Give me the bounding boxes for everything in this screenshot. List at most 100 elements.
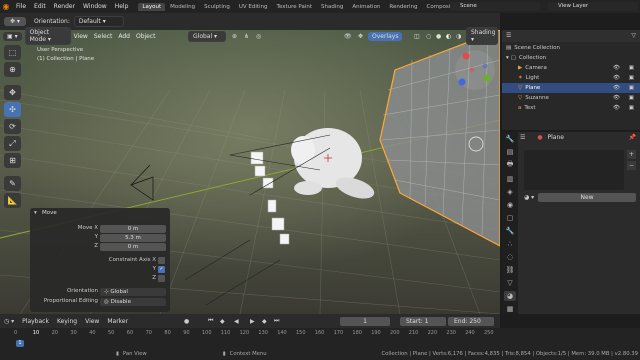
- tab-modeling[interactable]: Modeling: [166, 3, 199, 11]
- select-box-icon[interactable]: ⬚: [4, 45, 21, 60]
- rotate-icon[interactable]: ⟳: [4, 119, 21, 134]
- render-icon[interactable]: ▣: [629, 95, 634, 101]
- output-tab-icon[interactable]: 🖶: [504, 160, 516, 171]
- shading-dropdown[interactable]: Shading ▾: [466, 27, 498, 45]
- pivot-icon[interactable]: ⊛: [232, 33, 237, 40]
- particles-tab-icon[interactable]: ∴: [504, 239, 516, 249]
- menu-select[interactable]: Select: [91, 33, 116, 40]
- move-tool-icon[interactable]: ✥: [4, 85, 21, 100]
- playhead[interactable]: 1: [16, 340, 24, 347]
- constraint-y-checkbox[interactable]: ✓: [158, 266, 165, 273]
- outliner-editor-icon[interactable]: ☰: [506, 32, 511, 39]
- shading-material-icon[interactable]: ◐: [446, 33, 451, 40]
- shading-rendered-icon[interactable]: ◑: [456, 33, 461, 40]
- cursor-icon[interactable]: ⊕: [4, 62, 21, 77]
- menu-edit[interactable]: Edit: [30, 3, 50, 10]
- add-slot-button[interactable]: +: [627, 150, 636, 159]
- outliner-item-suzanne[interactable]: ▽ Suzanne 👁 ▣: [502, 93, 640, 103]
- start-frame-field[interactable]: Start: 1: [400, 316, 446, 326]
- timeline-ruler[interactable]: 0 10 20 30 40 50 60 70 80 90 100 110 120 130 140 150 160…: [14, 330, 504, 347]
- outliner-item-text[interactable]: a Text 👁 ▣: [502, 103, 640, 113]
- eye-icon[interactable]: 👁: [613, 65, 620, 71]
- shading-solid-icon[interactable]: ●: [436, 33, 441, 40]
- move-operator-panel[interactable]: ▾ Move Move X 0 m Y 5.3 m Z 0 m Constrai…: [30, 208, 170, 312]
- editor-type-button[interactable]: ▣ ▾: [3, 31, 22, 41]
- scene-selector[interactable]: Scene: [450, 2, 540, 11]
- menu-marker[interactable]: Marker: [107, 318, 128, 325]
- expand-icon[interactable]: ▾: [506, 55, 509, 61]
- menu-help[interactable]: Help: [111, 3, 133, 10]
- material-tab-icon[interactable]: ◕: [504, 291, 516, 301]
- shading-wire-icon[interactable]: ○: [426, 33, 431, 40]
- xray-icon[interactable]: ◫: [414, 33, 420, 40]
- new-material-button[interactable]: New: [538, 193, 636, 202]
- outliner-item-camera[interactable]: ▶ Camera 👁 ▣: [502, 63, 640, 73]
- view-layer-tab-icon[interactable]: ▥: [504, 174, 516, 184]
- constraint-x-checkbox[interactable]: [158, 257, 165, 264]
- object-tab-icon[interactable]: ▢: [504, 213, 516, 223]
- modifier-tab-icon[interactable]: 🔧: [504, 226, 516, 236]
- pin-icon[interactable]: 📌: [629, 134, 636, 141]
- object-mode-dropdown[interactable]: Object Mode ▾: [24, 27, 71, 45]
- menu-keying[interactable]: Keying: [57, 318, 77, 325]
- constraints-tab-icon[interactable]: ⛓: [504, 265, 516, 275]
- next-keyframe-icon[interactable]: ◆: [262, 318, 267, 325]
- menu-render[interactable]: Render: [50, 3, 79, 10]
- tab-shading[interactable]: Shading: [317, 3, 347, 11]
- render-icon[interactable]: ▣: [629, 85, 634, 91]
- visibility-icon[interactable]: 👁: [344, 33, 352, 40]
- move-y-field[interactable]: 5.3 m: [100, 234, 166, 242]
- tab-layout[interactable]: Layout: [138, 2, 166, 11]
- proportional-editing-dropdown[interactable]: ◎ Disable: [100, 298, 166, 306]
- panel-orientation-dropdown[interactable]: ⊹ Global: [100, 288, 166, 296]
- prev-keyframe-icon[interactable]: ◆: [220, 318, 225, 325]
- scale-icon[interactable]: ⤢: [4, 136, 21, 151]
- eye-icon[interactable]: 👁: [613, 95, 620, 101]
- filter-icon[interactable]: ▽: [631, 32, 636, 39]
- eye-icon[interactable]: 👁: [613, 75, 620, 81]
- world-tab-icon[interactable]: ◉: [504, 200, 516, 210]
- orientation-dropdown[interactable]: Default ▾: [73, 16, 124, 27]
- transform-orientation-dropdown[interactable]: Global ▾: [188, 30, 226, 42]
- data-tab-icon[interactable]: ▽: [504, 278, 516, 288]
- move-z-field[interactable]: 0 m: [100, 243, 166, 251]
- tab-texture-paint[interactable]: Texture Paint: [273, 3, 317, 11]
- timeline-editor-icon[interactable]: ◷ ▾: [4, 318, 14, 325]
- material-slot-list[interactable]: [524, 150, 624, 190]
- render-tab-icon[interactable]: ▤: [504, 147, 516, 157]
- proportional-icon[interactable]: ◎: [256, 33, 261, 40]
- menu-file[interactable]: File: [12, 3, 30, 10]
- measure-icon[interactable]: 📐: [4, 193, 21, 208]
- snap-icon[interactable]: ⋔: [244, 33, 249, 40]
- physics-tab-icon[interactable]: ◌: [504, 252, 516, 262]
- render-icon[interactable]: ▣: [629, 105, 634, 111]
- properties-editor-icon[interactable]: ☰: [520, 134, 525, 141]
- transform-icon[interactable]: ⊞: [4, 153, 21, 168]
- eye-icon[interactable]: 👁: [613, 85, 620, 91]
- menu-playback[interactable]: Playback: [22, 318, 49, 325]
- view-layer-selector[interactable]: View Layer: [548, 2, 638, 11]
- scene-tab-icon[interactable]: ◈: [504, 187, 516, 197]
- render-icon[interactable]: ▣: [629, 75, 634, 81]
- menu-add[interactable]: Add: [115, 33, 133, 40]
- eye-icon[interactable]: 👁: [613, 105, 620, 111]
- move-x-field[interactable]: 0 m: [100, 225, 166, 233]
- menu-window[interactable]: Window: [79, 3, 111, 10]
- play-reverse-icon[interactable]: ◀: [234, 318, 239, 325]
- outliner[interactable]: ▤ Scene Collection ▾ ▢ Collection ▶ Came…: [502, 42, 640, 130]
- timeline[interactable]: 0 10 20 30 40 50 60 70 80 90 100 110 120 130 140 150 160…: [0, 328, 640, 348]
- properties-editor[interactable]: ☰ ● Plane 📌 + − ◕ ▾ New: [502, 132, 640, 314]
- menu-view[interactable]: View: [71, 33, 91, 40]
- outliner-item-light[interactable]: ✶ Light 👁 ▣: [502, 73, 640, 83]
- record-icon[interactable]: ●: [184, 318, 189, 325]
- outliner-collection[interactable]: ▾ ▢ Collection: [502, 53, 640, 63]
- outliner-item-plane[interactable]: ▽ Plane 👁 ▣: [502, 83, 640, 93]
- tab-animation[interactable]: Animation: [348, 3, 384, 11]
- tool-tab-icon[interactable]: 🔧: [504, 134, 516, 144]
- gizmo-toggle-icon[interactable]: ✥: [358, 33, 363, 40]
- navigation-gizmo[interactable]: [455, 50, 495, 90]
- tab-rendering[interactable]: Rendering: [385, 3, 421, 11]
- active-tool-button[interactable]: ✥ ▾: [4, 17, 26, 26]
- tab-sculpting[interactable]: Sculpting: [200, 3, 234, 11]
- annotate-icon[interactable]: ✎: [4, 176, 21, 191]
